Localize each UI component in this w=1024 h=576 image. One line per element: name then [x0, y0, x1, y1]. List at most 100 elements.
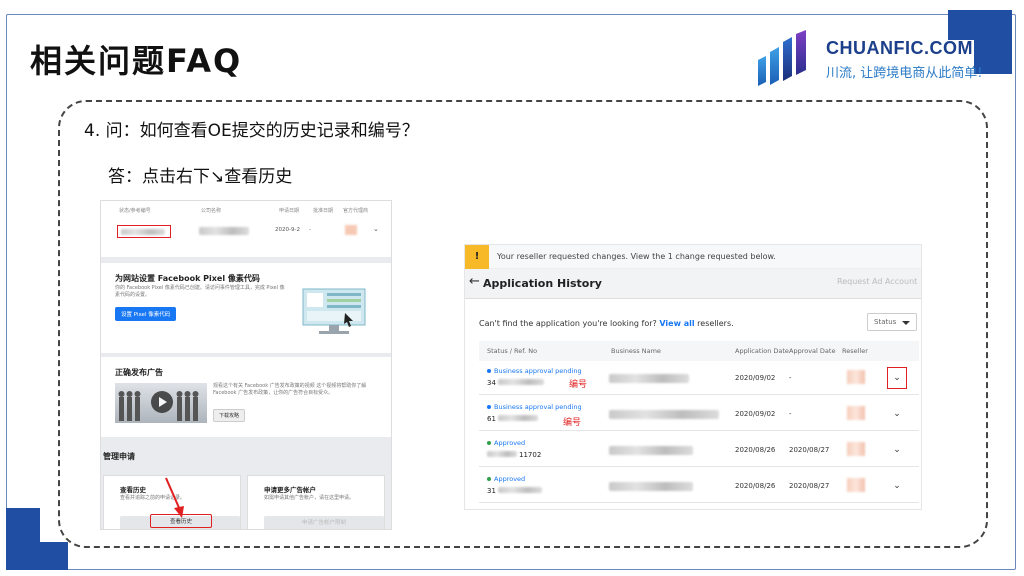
status-dot-icon [487, 369, 491, 373]
view-all-link[interactable]: View all [659, 319, 694, 328]
blurred-reseller-avatar [847, 370, 865, 384]
row-status-text: Approved [494, 475, 526, 483]
right-screenshot: ! Your reseller requested changes. View … [464, 244, 922, 510]
pixel-title: 为网站设置 Facebook Pixel 像素代码 [115, 274, 260, 283]
warning-icon: ! [465, 245, 489, 269]
blurred-company [199, 227, 249, 235]
logo-name: CHUANFIC.COM [826, 38, 973, 58]
ref-highlight-box [117, 225, 171, 238]
row-ref-text: 31 [487, 487, 496, 495]
row-status-text: Business approval pending [494, 367, 582, 375]
ref-number-label: 编号 [563, 418, 582, 428]
change-request-banner: ! Your reseller requested changes. View … [465, 245, 921, 269]
table-row[interactable]: Business approval pending 61 2020/09/02 … [479, 397, 919, 431]
row-app-date: 2020/09/02 [735, 410, 776, 418]
row-status: Approved [487, 475, 525, 483]
row-ref: 31 [487, 487, 542, 495]
resellers-label: resellers. [697, 319, 734, 328]
th-status: Status / Ref. No [487, 347, 538, 355]
blurred-reseller-avatar [847, 478, 865, 492]
th-reseller: Reseller [842, 347, 868, 355]
row-ref: 11702 [487, 451, 541, 459]
th-approval-date: Approval Date [789, 347, 836, 355]
manage-title: 管理申请 [103, 452, 135, 461]
request-ad-account-button[interactable]: Request Ad Account [837, 277, 917, 286]
row-ref-text: 34 [487, 379, 496, 387]
chevron-down-icon[interactable]: ⌄ [891, 480, 903, 492]
arrow-left-icon[interactable]: ← [469, 274, 480, 289]
row-ref: 34 [487, 379, 544, 387]
answer-text: 答：点击右下↘查看历史 [108, 167, 293, 187]
status-dot-icon [487, 441, 491, 445]
row-status-text: Business approval pending [494, 403, 582, 411]
blurred-business-name [609, 410, 719, 419]
request-ad-account-button[interactable]: 申请广告帐户限制 [264, 516, 384, 529]
logo-slogan: 川流, 让跨境电商从此简单! [826, 66, 983, 81]
history-columns: 状态/参考编号 公司名称 申请日期 批准日期 官方代理商 [119, 207, 389, 214]
ad-video-thumbnail[interactable] [115, 383, 207, 423]
row-ref: 61 [487, 415, 538, 423]
row-approval-date: 2020/08/27 [789, 482, 830, 490]
setup-pixel-button[interactable]: 设置 Pixel 像素代码 [115, 307, 177, 321]
brand-logo: CHUANFIC.COM 川流, 让跨境电商从此简单! [754, 30, 994, 90]
row-approval-date: - [789, 410, 792, 418]
play-icon[interactable] [151, 391, 173, 413]
status-filter-label: Status [874, 318, 897, 326]
col-status: 状态/参考编号 [119, 208, 151, 214]
row-approval-date: - [789, 374, 792, 382]
blurred-business-name [609, 482, 693, 491]
col-apply-date: 申请日期 [279, 208, 300, 214]
row-status-text: Approved [494, 439, 526, 447]
chevron-down-icon[interactable]: ⌄ [891, 372, 903, 384]
row-dash: - [309, 227, 311, 233]
row-status: Approved [487, 439, 525, 447]
ad-desc: 观看这个有关 Facebook 广告发布政策的视频 这个视频将帮助你了解 Fac… [213, 383, 367, 396]
status-dot-icon [487, 477, 491, 481]
row-ref-text: 11702 [519, 451, 542, 459]
row-app-date: 2020/08/26 [735, 446, 776, 454]
cant-find-text: Can't find the application you're lookin… [479, 319, 734, 328]
row-ref-text: 61 [487, 415, 496, 423]
blurred-reseller-avatar [847, 406, 865, 420]
status-dot-icon [487, 405, 491, 409]
table-row[interactable]: Business approval pending 34 2020/09/02 … [479, 361, 919, 395]
table-row[interactable]: Approved 31 2020/08/26 2020/08/27 ⌄ [479, 469, 919, 503]
cant-find-label: Can't find the application you're lookin… [479, 319, 657, 328]
slide-title: 相关问题FAQ [30, 42, 243, 80]
download-guide-button[interactable]: 下载攻略 [213, 409, 246, 422]
blurred-business-name [609, 446, 693, 455]
left-screenshot: 状态/参考编号 公司名称 申请日期 批准日期 官方代理商 2020-9-2 - … [100, 200, 392, 530]
blurred-ref [497, 379, 544, 385]
pixel-desc: 你的 Facebook Pixel 像素代码已创建。请访问事件管理工具，完成 P… [115, 285, 285, 298]
status-filter-dropdown[interactable]: Status [867, 313, 917, 331]
chevron-down-icon[interactable]: ⌄ [891, 408, 903, 420]
pixel-card: 为网站设置 Facebook Pixel 像素代码 你的 Facebook Pi… [101, 263, 391, 353]
blurred-business-name [609, 374, 689, 383]
blurred-ref [497, 487, 542, 493]
row-status: Business approval pending [487, 403, 582, 411]
view-history-title: 查看历史 [120, 486, 146, 494]
col-agent: 官方代理商 [343, 208, 369, 214]
ad-policy-card: 正确发布广告 观看这个有关 Facebook 广告发布政策的视频 这个视频将帮助… [101, 357, 391, 437]
blurred-reseller-avatar [847, 442, 865, 456]
history-table-header: 状态/参考编号 公司名称 申请日期 批准日期 官方代理商 2020-9-2 - … [101, 201, 391, 257]
ref-number-label: 编号 [569, 380, 588, 390]
blurred-ref [487, 451, 517, 457]
row-approval-date: 2020/08/27 [789, 446, 830, 454]
chevron-down-icon[interactable]: ⌄ [373, 225, 379, 233]
more-ad-accounts-title: 申请更多广告帐户 [264, 486, 316, 494]
monitor-icon [302, 288, 366, 334]
chevron-down-icon[interactable]: ⌄ [891, 444, 903, 456]
corner-decoration-bottom-left-bar [6, 542, 68, 570]
question-text: 4. 问：如何查看OE提交的历史记录和编号？ [84, 121, 419, 141]
row-status: Business approval pending [487, 367, 582, 375]
red-arrow-icon [165, 477, 184, 518]
row-app-date: 2020/08/26 [735, 482, 776, 490]
table-header: Status / Ref. No Business Name Applicati… [479, 341, 919, 361]
th-business: Business Name [611, 347, 661, 355]
col-company: 公司名称 [201, 208, 222, 214]
more-ad-accounts-card: 申请更多广告帐户 如需申请其他广告帐户，请在这里申请。 申请广告帐户限制 [247, 475, 385, 529]
banner-text: Your reseller requested changes. View th… [497, 252, 776, 261]
page-title: Application History [483, 277, 602, 290]
table-row[interactable]: Approved 11702 2020/08/26 2020/08/27 ⌄ [479, 433, 919, 467]
